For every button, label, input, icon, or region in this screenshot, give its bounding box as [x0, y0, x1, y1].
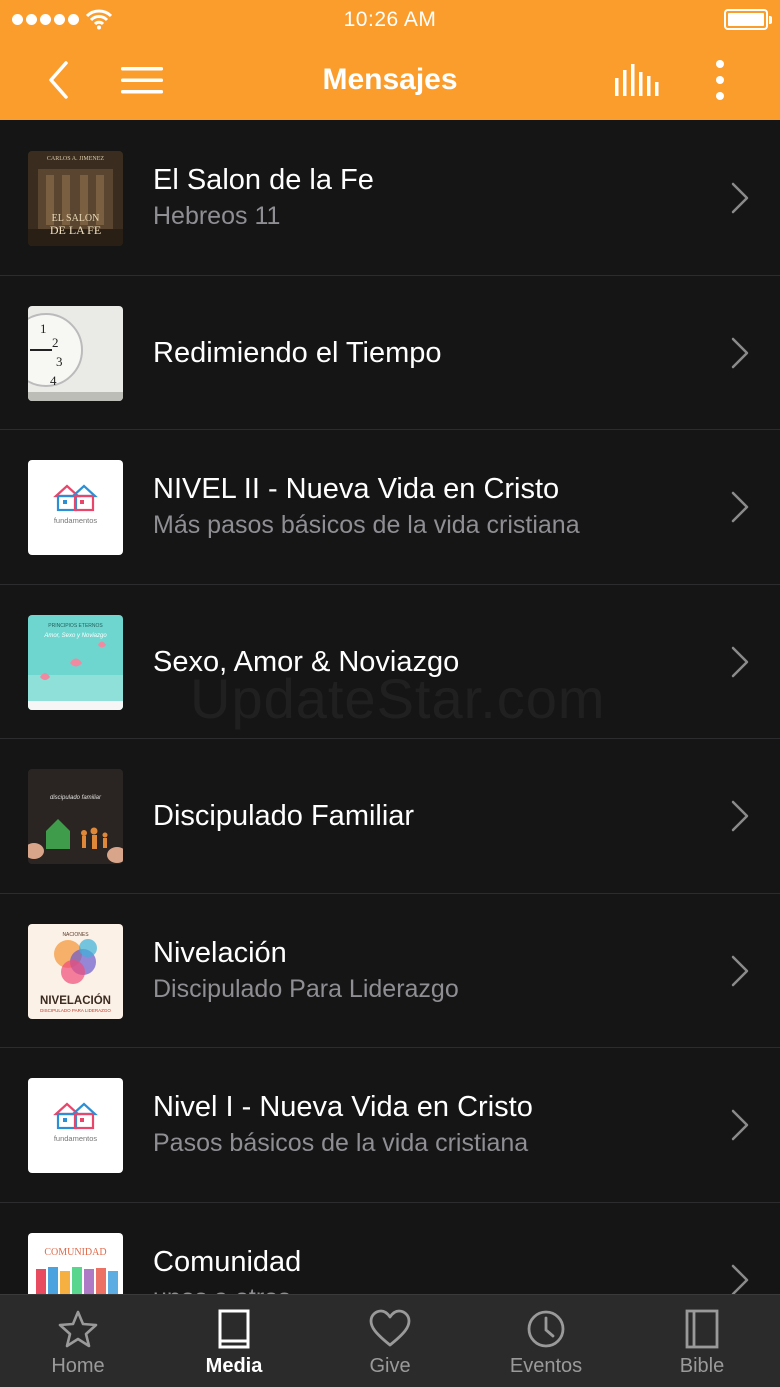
tab-bible[interactable]: Bible	[624, 1295, 780, 1387]
list-item[interactable]: NACIONES NIVELACIÓN DISCIPULADO PARA LID…	[0, 893, 780, 1048]
item-subtitle: Más pasos básicos de la vida cristiana	[153, 511, 580, 539]
book-icon	[218, 1309, 250, 1349]
item-title: Discipulado Familiar	[153, 800, 415, 832]
item-title: El Salon de la Fe	[153, 164, 374, 196]
bible-icon	[685, 1309, 719, 1349]
svg-text:fundamentos: fundamentos	[54, 516, 98, 525]
item-subtitle: unos a otros	[153, 1280, 700, 1295]
tab-media[interactable]: Media	[156, 1295, 312, 1387]
series-thumbnail: fundamentos	[28, 1078, 123, 1173]
chevron-right-icon	[731, 646, 749, 677]
svg-text:4: 4	[50, 373, 57, 388]
more-options-button[interactable]	[696, 40, 744, 120]
svg-text:NACIONES: NACIONES	[62, 932, 89, 938]
svg-text:2: 2	[52, 335, 59, 350]
item-title: NIVEL II - Nueva Vida en Cristo	[153, 473, 560, 505]
svg-text:1: 1	[40, 321, 47, 336]
series-thumbnail: fundamentos	[28, 460, 123, 555]
svg-text:PRINCIPIOS ETERNOS: PRINCIPIOS ETERNOS	[48, 623, 103, 629]
item-title: Nivel I - Nueva Vida en Cristo	[153, 1091, 533, 1123]
navigation-bar: Mensajes	[0, 40, 780, 120]
series-thumbnail: COMUNIDAD	[28, 1232, 123, 1294]
tab-label: Home	[51, 1355, 105, 1377]
tab-label: Media	[205, 1355, 263, 1377]
page-title: Mensajes	[322, 63, 458, 96]
list-item[interactable]: COMUNIDAD Comunidad unos a otros	[0, 1202, 780, 1295]
tab-bar: Home Media Give Eventos Bible	[0, 1294, 780, 1387]
chevron-right-icon	[731, 491, 749, 523]
list-item[interactable]: discipulado familiar Discipulado Familia…	[0, 739, 780, 894]
status-bar: 10:26 AM	[0, 0, 780, 40]
svg-text:discipulado familiar: discipulado familiar	[50, 795, 102, 801]
battery-icon	[724, 9, 772, 30]
chevron-left-icon	[49, 61, 68, 99]
item-title: Sexo, Amor & Noviazgo	[153, 645, 460, 678]
list-item[interactable]: 1 2 3 4 Redimiendo el Tiempo	[0, 275, 780, 430]
series-thumbnail: discipulado familiar	[28, 769, 123, 864]
svg-text:DISCIPULADO PARA LIDERAZGO: DISCIPULADO PARA LIDERAZGO	[40, 1008, 111, 1013]
tab-eventos[interactable]: Eventos	[468, 1295, 624, 1387]
chevron-right-icon	[731, 1264, 749, 1294]
chevron-right-icon	[731, 800, 749, 832]
svg-text:COMUNIDAD: COMUNIDAD	[44, 1247, 106, 1258]
status-time: 10:26 AM	[343, 8, 437, 31]
chevron-right-icon	[731, 182, 749, 214]
tab-label: Give	[369, 1355, 411, 1377]
more-vertical-icon	[716, 60, 724, 100]
tab-home[interactable]: Home	[0, 1295, 156, 1387]
svg-text:DE LA FE: DE LA FE	[50, 223, 101, 237]
series-thumbnail: PRINCIPIOS ETERNOS Amor, Sexo y Noviazgo	[28, 614, 123, 710]
series-thumbnail: 1 2 3 4	[28, 305, 123, 401]
list-item[interactable]: fundamentos NIVEL II - Nueva Vida en Cri…	[0, 430, 780, 585]
series-thumbnail: CARLOS A. JIMENEZ EL SALON DE LA FE	[28, 151, 123, 246]
back-button[interactable]	[30, 40, 86, 120]
list-item[interactable]: CARLOS A. JIMENEZ EL SALON DE LA FE El S…	[0, 121, 780, 276]
hamburger-menu-icon	[121, 67, 163, 94]
heart-icon	[369, 1309, 411, 1347]
item-subtitle: Hebreos 11	[153, 202, 281, 230]
menu-button[interactable]	[112, 40, 172, 120]
chevron-right-icon	[731, 1109, 749, 1141]
audio-bars-icon	[615, 64, 659, 96]
audio-player-button[interactable]	[604, 40, 670, 120]
item-subtitle: Discipulado Para Liderazgo	[153, 974, 459, 1003]
item-title: Redimiendo el Tiempo	[153, 336, 442, 369]
svg-text:3: 3	[56, 354, 63, 369]
list-item[interactable]: PRINCIPIOS ETERNOS Amor, Sexo y Noviazgo…	[0, 584, 780, 739]
chevron-right-icon	[731, 955, 749, 986]
clock-icon	[527, 1310, 565, 1348]
item-title: Nivelación	[153, 936, 287, 969]
star-icon	[58, 1310, 98, 1348]
message-series-list: CARLOS A. JIMENEZ EL SALON DE LA FE El S…	[0, 121, 780, 1294]
tab-label: Eventos	[509, 1355, 583, 1377]
item-title: Comunidad	[153, 1245, 302, 1278]
chevron-right-icon	[731, 337, 749, 368]
svg-text:NIVELACIÓN: NIVELACIÓN	[40, 994, 111, 1007]
tab-label: Bible	[679, 1355, 725, 1377]
item-subtitle: Pasos básicos de la vida cristiana	[153, 1129, 529, 1157]
tab-give[interactable]: Give	[312, 1295, 468, 1387]
series-thumbnail: NACIONES NIVELACIÓN DISCIPULADO PARA LID…	[28, 923, 123, 1019]
svg-text:Amor, Sexo y Noviazgo: Amor, Sexo y Noviazgo	[43, 633, 107, 639]
svg-text:fundamentos: fundamentos	[54, 1134, 98, 1143]
svg-text:CARLOS A. JIMENEZ: CARLOS A. JIMENEZ	[47, 156, 105, 162]
list-item[interactable]: fundamentos Nivel I - Nueva Vida en Cris…	[0, 1048, 780, 1203]
